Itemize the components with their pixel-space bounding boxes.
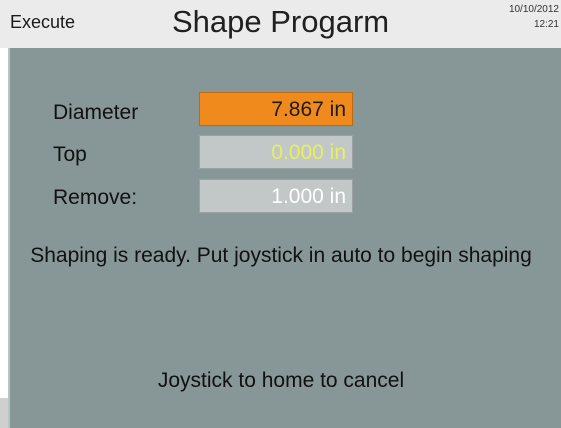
main-panel: Diameter 7.867 in Top 0.000 in Remove: 1… [8, 48, 561, 428]
page-title: Shape Progarm [172, 4, 390, 39]
remove-label: Remove: [53, 186, 138, 209]
mode-label: Execute [10, 12, 76, 32]
title-bar: Execute Shape Progarm 10/10/2012 12:21 [0, 0, 561, 48]
remove-field[interactable]: 1.000 in [199, 179, 353, 213]
time-text: 12:21 [533, 19, 559, 30]
panel-edge [0, 398, 8, 428]
status-message: Shaping is ready. Put joystick in auto t… [30, 244, 532, 267]
diameter-label: Diameter [53, 101, 139, 124]
date-text: 10/10/2012 [508, 4, 559, 15]
top-label: Top [53, 143, 87, 166]
cancel-message: Joystick to home to cancel [157, 369, 405, 392]
diameter-field[interactable]: 7.867 in [199, 92, 353, 126]
top-field[interactable]: 0.000 in [199, 135, 353, 169]
datetime-display: 10/10/2012 12:21 [509, 2, 559, 32]
hmi-screen: Execute Shape Progarm 10/10/2012 12:21 D… [0, 0, 561, 428]
